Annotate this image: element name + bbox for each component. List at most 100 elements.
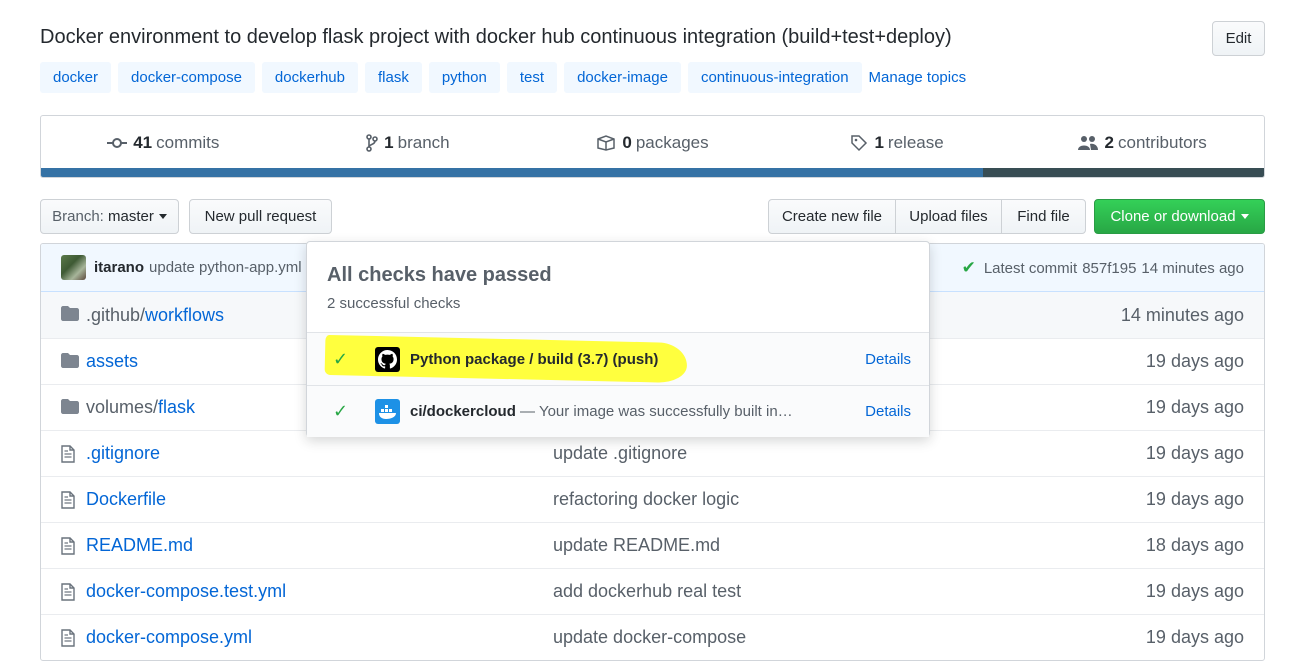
file-name-link[interactable]: README.md	[86, 535, 193, 556]
check-icon[interactable]: ✔	[962, 258, 976, 278]
people-icon	[1077, 136, 1098, 150]
topic-tag[interactable]: continuous-integration	[687, 62, 862, 93]
check-title: Python package / build (3.7) (push)	[410, 350, 659, 368]
check-item: ✓ Python package / build (3.7) (push) De…	[307, 333, 929, 385]
edit-button[interactable]: Edit	[1212, 21, 1265, 56]
folder-icon	[61, 353, 79, 373]
avatar[interactable]	[61, 255, 86, 280]
commit-author[interactable]: itarano	[94, 259, 144, 276]
file-name-link[interactable]: .github/workflows	[86, 305, 224, 326]
topic-tag[interactable]: python	[428, 62, 500, 93]
folder-icon	[61, 306, 79, 326]
file-icon	[61, 583, 75, 606]
file-age: 19 days ago	[1145, 581, 1244, 601]
language-bar[interactable]	[41, 168, 1264, 177]
branches-label: branch	[397, 133, 450, 152]
checks-subtitle: 2 successful checks	[327, 295, 461, 312]
contributors-label: contributors	[1117, 133, 1207, 152]
repo-description: Docker environment to develop flask proj…	[40, 26, 952, 48]
topic-tag[interactable]: docker-compose	[118, 62, 255, 93]
topic-tag[interactable]: dockerhub	[261, 62, 358, 93]
file-name: README.md	[86, 535, 194, 555]
clone-label: Clone or download	[1110, 208, 1236, 225]
upload-files-button[interactable]: Upload files	[895, 199, 1002, 234]
releases-stat[interactable]: 1 release	[775, 133, 1020, 153]
file-commit-message[interactable]: update README.md	[553, 535, 720, 556]
topic-tag[interactable]: test	[506, 62, 558, 93]
commit-icon	[107, 138, 128, 148]
packages-stat[interactable]: 0 packages	[530, 133, 775, 153]
file-path-prefix: .github/	[86, 304, 146, 325]
file-commit-message[interactable]: update .gitignore	[553, 443, 687, 464]
tag-icon	[851, 135, 868, 152]
repo-summary: 41 commits 1 branch 0 packages 1 release…	[40, 115, 1265, 178]
file-name: flask	[158, 397, 196, 417]
details-link[interactable]: Details	[865, 351, 911, 368]
releases-label: release	[887, 133, 944, 152]
language-segment-python[interactable]	[41, 168, 983, 177]
file-name-link[interactable]: volumes/flask	[86, 397, 195, 418]
table-row[interactable]: docker-compose.yml update docker-compose 1…	[41, 614, 1264, 660]
package-icon	[597, 135, 616, 151]
checks-title: All checks have passed	[327, 264, 552, 286]
file-name: docker-compose.yml	[86, 627, 253, 647]
branch-prefix: Branch:	[52, 208, 104, 225]
file-name-link[interactable]: .gitignore	[86, 443, 160, 464]
manage-topics-link[interactable]: Manage topics	[869, 69, 967, 86]
file-commit-message[interactable]: update docker-compose	[553, 627, 746, 648]
file-icon	[61, 629, 75, 652]
branches-stat[interactable]: 1 branch	[286, 133, 531, 153]
commits-label: commits	[156, 133, 220, 152]
topic-tag[interactable]: docker	[40, 62, 112, 93]
branch-icon	[366, 134, 378, 152]
latest-commit-info: ✔ Latest commit 857f195 14 minutes ago	[962, 244, 1244, 292]
checks-popover: All checks have passed 2 successful chec…	[306, 241, 930, 437]
topics-list: docker docker-compose dockerhub flask py…	[40, 62, 966, 93]
file-name: docker-compose.test.yml	[86, 581, 287, 601]
file-name: workflows	[145, 304, 225, 325]
commits-stat[interactable]: 41 commits	[41, 133, 286, 153]
file-age: 18 days ago	[1145, 535, 1244, 555]
file-name-link[interactable]: docker-compose.test.yml	[86, 581, 286, 602]
language-segment-dockerfile[interactable]	[982, 168, 1264, 177]
file-name-link[interactable]: assets	[86, 351, 138, 372]
check-description: — Your image was successfully built in…	[515, 403, 793, 420]
clone-or-download-button[interactable]: Clone or download	[1094, 199, 1265, 234]
file-name: Dockerfile	[86, 489, 167, 509]
file-age: 19 days ago	[1145, 351, 1244, 371]
file-name-link[interactable]: docker-compose.yml	[86, 627, 252, 648]
check-icon: ✓	[333, 401, 349, 421]
check-name: ci/dockercloud — Your image was successf…	[410, 403, 793, 420]
topic-tag[interactable]: flask	[364, 62, 422, 93]
find-file-button[interactable]: Find file	[1001, 199, 1086, 234]
docker-icon	[375, 399, 400, 424]
file-age: 19 days ago	[1145, 489, 1244, 509]
folder-icon	[61, 399, 79, 419]
file-commit-message[interactable]: refactoring docker logic	[553, 489, 739, 510]
check-icon: ✓	[333, 348, 349, 369]
table-row[interactable]: docker-compose.test.yml add dockerhub rea…	[41, 568, 1264, 614]
branch-select-button[interactable]: Branch: master	[40, 199, 179, 234]
details-link[interactable]: Details	[865, 403, 911, 420]
file-age: 14 minutes ago	[1120, 304, 1244, 325]
file-commit-message[interactable]: add dockerhub real test	[553, 581, 741, 602]
caret-down-icon	[158, 214, 167, 219]
branch-name: master	[108, 208, 154, 225]
table-row[interactable]: README.md update README.md 18 days ago	[41, 522, 1264, 568]
topic-tag[interactable]: docker-image	[564, 62, 681, 93]
commit-time: 14 minutes ago	[1141, 259, 1244, 277]
commit-sha[interactable]: 857f195	[1082, 260, 1136, 277]
contributors-count: 2	[1104, 133, 1114, 152]
new-pull-request-button[interactable]: New pull request	[189, 199, 332, 234]
latest-commit-label: Latest commit	[983, 259, 1078, 277]
file-age: 19 days ago	[1145, 443, 1244, 463]
commits-count: 41	[133, 133, 153, 152]
file-name-link[interactable]: Dockerfile	[86, 489, 166, 510]
contributors-stat[interactable]: 2 contributors	[1019, 133, 1264, 153]
check-item: ✓ ci/dockercloud — Your image was succes…	[307, 385, 929, 437]
packages-count: 0	[622, 133, 632, 152]
table-row[interactable]: Dockerfile refactoring docker logic 19 day…	[41, 476, 1264, 522]
file-name: .gitignore	[86, 443, 161, 463]
commit-message[interactable]: update python-app.yml	[149, 259, 302, 276]
create-new-file-button[interactable]: Create new file	[768, 199, 896, 234]
